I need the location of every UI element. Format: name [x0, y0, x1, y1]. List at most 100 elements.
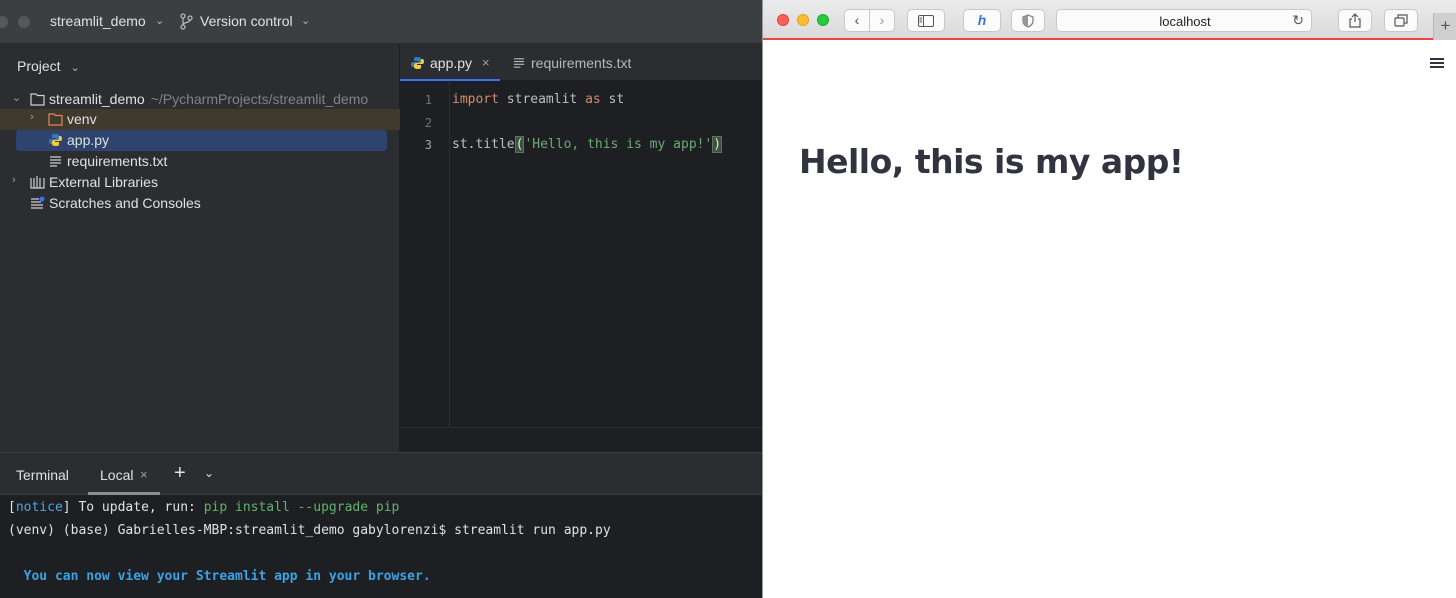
terminal-notice: notice	[15, 500, 63, 515]
window-control-dim[interactable]	[18, 16, 30, 28]
project-panel-title: Project	[17, 58, 61, 74]
tab-terminal-local[interactable]: Local ×	[88, 453, 160, 495]
zoom-window-button[interactable]	[817, 14, 829, 26]
folder-icon	[30, 93, 45, 106]
add-terminal-icon[interactable]: +	[174, 462, 186, 485]
line-number-gutter: 1 2 3	[400, 81, 450, 452]
code-text: st	[600, 92, 625, 107]
tab-label: requirements.txt	[531, 55, 632, 71]
branch-icon	[180, 13, 193, 30]
code-paren: (	[514, 136, 525, 153]
chevron-down-icon[interactable]: ⌄	[12, 91, 21, 104]
tree-item-venv[interactable]: › venv	[0, 109, 400, 130]
browser-toolbar: ‹ › h localhost ↻ +	[763, 0, 1456, 40]
python-file-icon	[411, 57, 424, 69]
tree-item-scratches[interactable]: Scratches and Consoles	[0, 193, 400, 214]
chevron-right-icon: ›	[879, 12, 885, 28]
terminal-line: You can now view your Streamlit app in y…	[8, 569, 431, 584]
chevron-right-icon[interactable]: ›	[30, 111, 34, 123]
python-file-icon	[49, 134, 62, 146]
project-panel: Project ⌄ ⌄ streamlit_demo ~/PycharmProje…	[0, 44, 400, 452]
tab-overview-button[interactable]	[1384, 9, 1418, 32]
close-icon[interactable]: ×	[482, 55, 490, 70]
pycharm-window: streamlit_demo ⌄ Version control ⌄ Proje…	[0, 0, 762, 598]
address-text: localhost	[1159, 14, 1211, 29]
chevron-down-icon[interactable]: ⌄	[301, 14, 310, 27]
sidebar-button[interactable]	[907, 9, 945, 32]
shield-icon	[1022, 14, 1034, 28]
close-window-button[interactable]	[777, 14, 789, 26]
line-number: 1	[424, 93, 432, 107]
tree-item-label: streamlit_demo	[49, 91, 145, 107]
honey-extension-button[interactable]: h	[963, 9, 1001, 32]
terminal-text: ] To update, run:	[62, 500, 204, 515]
tab-requirements-txt[interactable]: requirements.txt	[504, 44, 644, 81]
chevron-right-icon[interactable]: ›	[12, 174, 16, 186]
text-file-icon	[513, 58, 525, 68]
share-button[interactable]	[1338, 9, 1372, 32]
plus-icon: +	[1440, 16, 1451, 35]
terminal-panel: Terminal Local × + ⌄ [notice] To update,…	[0, 452, 762, 598]
tree-item-label: External Libraries	[49, 174, 158, 190]
chevron-left-icon: ‹	[854, 12, 860, 28]
code-line-1[interactable]: import streamlit as st	[452, 92, 624, 107]
honey-extension-icon: h	[977, 12, 987, 28]
terminal-line: (venv) (base) Gabrielles-MBP:streamlit_d…	[8, 523, 611, 538]
terminal-command-hint: pip install --upgrade pip	[203, 500, 400, 515]
tree-item-label: requirements.txt	[67, 153, 168, 169]
project-switcher[interactable]: streamlit_demo	[50, 13, 146, 29]
new-tab-button[interactable]: +	[1433, 13, 1456, 40]
line-number: 2	[424, 116, 432, 130]
tab-app-py[interactable]: app.py ×	[400, 44, 500, 81]
tree-item-root[interactable]: ⌄ streamlit_demo ~/PycharmProjects/stream…	[0, 89, 400, 110]
line-number: 3	[424, 138, 432, 152]
tabs-icon	[1394, 14, 1408, 27]
chevron-down-icon[interactable]: ⌄	[155, 14, 164, 27]
safari-window: ‹ › h localhost ↻ + Hello, this is my ap…	[762, 0, 1456, 598]
project-panel-header[interactable]: Project ⌄	[17, 58, 80, 74]
terminal-text: [	[8, 500, 16, 515]
tree-item-label: venv	[67, 111, 97, 127]
terminal-tab-bar: Terminal Local × + ⌄	[0, 453, 762, 495]
editor-tab-bar: app.py × requirements.txt	[400, 44, 762, 81]
tree-item-app-py[interactable]: app.py	[0, 130, 400, 151]
hamburger-icon[interactable]	[1430, 58, 1444, 69]
library-icon	[30, 176, 45, 189]
code-paren: )	[712, 136, 723, 153]
text-file-icon	[50, 156, 61, 167]
terminal-title: Terminal	[16, 467, 69, 483]
back-button[interactable]: ‹	[844, 9, 870, 32]
tab-label: app.py	[430, 55, 473, 71]
privacy-report-button[interactable]	[1011, 9, 1045, 32]
code-keyword: import	[452, 92, 499, 107]
tree-item-label: Scratches and Consoles	[49, 195, 201, 211]
code-keyword: as	[585, 92, 601, 107]
code-line-3[interactable]: st.title('Hello, this is my app!')	[452, 136, 723, 153]
forward-button[interactable]: ›	[869, 9, 895, 32]
ide-title-bar: streamlit_demo ⌄ Version control ⌄	[0, 0, 762, 44]
page-title: Hello, this is my app!	[799, 142, 1184, 181]
code-string: 'Hello, this is my app!'	[524, 137, 713, 152]
code-text: streamlit	[498, 92, 586, 107]
minimize-window-button[interactable]	[797, 14, 809, 26]
address-bar[interactable]: localhost ↻	[1056, 9, 1312, 32]
tab-label: Local	[100, 467, 134, 483]
close-icon[interactable]: ×	[140, 467, 148, 482]
sidebar-icon	[918, 15, 934, 27]
tree-item-requirements[interactable]: requirements.txt	[0, 151, 400, 172]
reload-icon[interactable]: ↻	[1292, 12, 1304, 29]
tree-item-path: ~/PycharmProjects/streamlit_demo	[150, 91, 369, 107]
code-editor: app.py × requirements.txt 1 2 3 import s…	[400, 44, 762, 452]
folder-icon	[48, 113, 63, 126]
terminal-line: [notice] To update, run: pip install --u…	[8, 500, 399, 515]
tree-item-label: app.py	[67, 132, 110, 148]
chevron-down-icon[interactable]: ⌄	[70, 62, 79, 74]
editor-breadcrumb-bar	[400, 427, 762, 452]
tree-item-external-libraries[interactable]: › External Libraries	[0, 172, 400, 193]
version-control-menu[interactable]: Version control	[200, 13, 293, 29]
window-control-dim[interactable]	[0, 16, 8, 28]
share-icon	[1349, 13, 1361, 28]
scratches-icon	[31, 196, 45, 209]
chevron-down-icon[interactable]: ⌄	[204, 466, 214, 480]
code-text: st.title	[452, 137, 515, 152]
